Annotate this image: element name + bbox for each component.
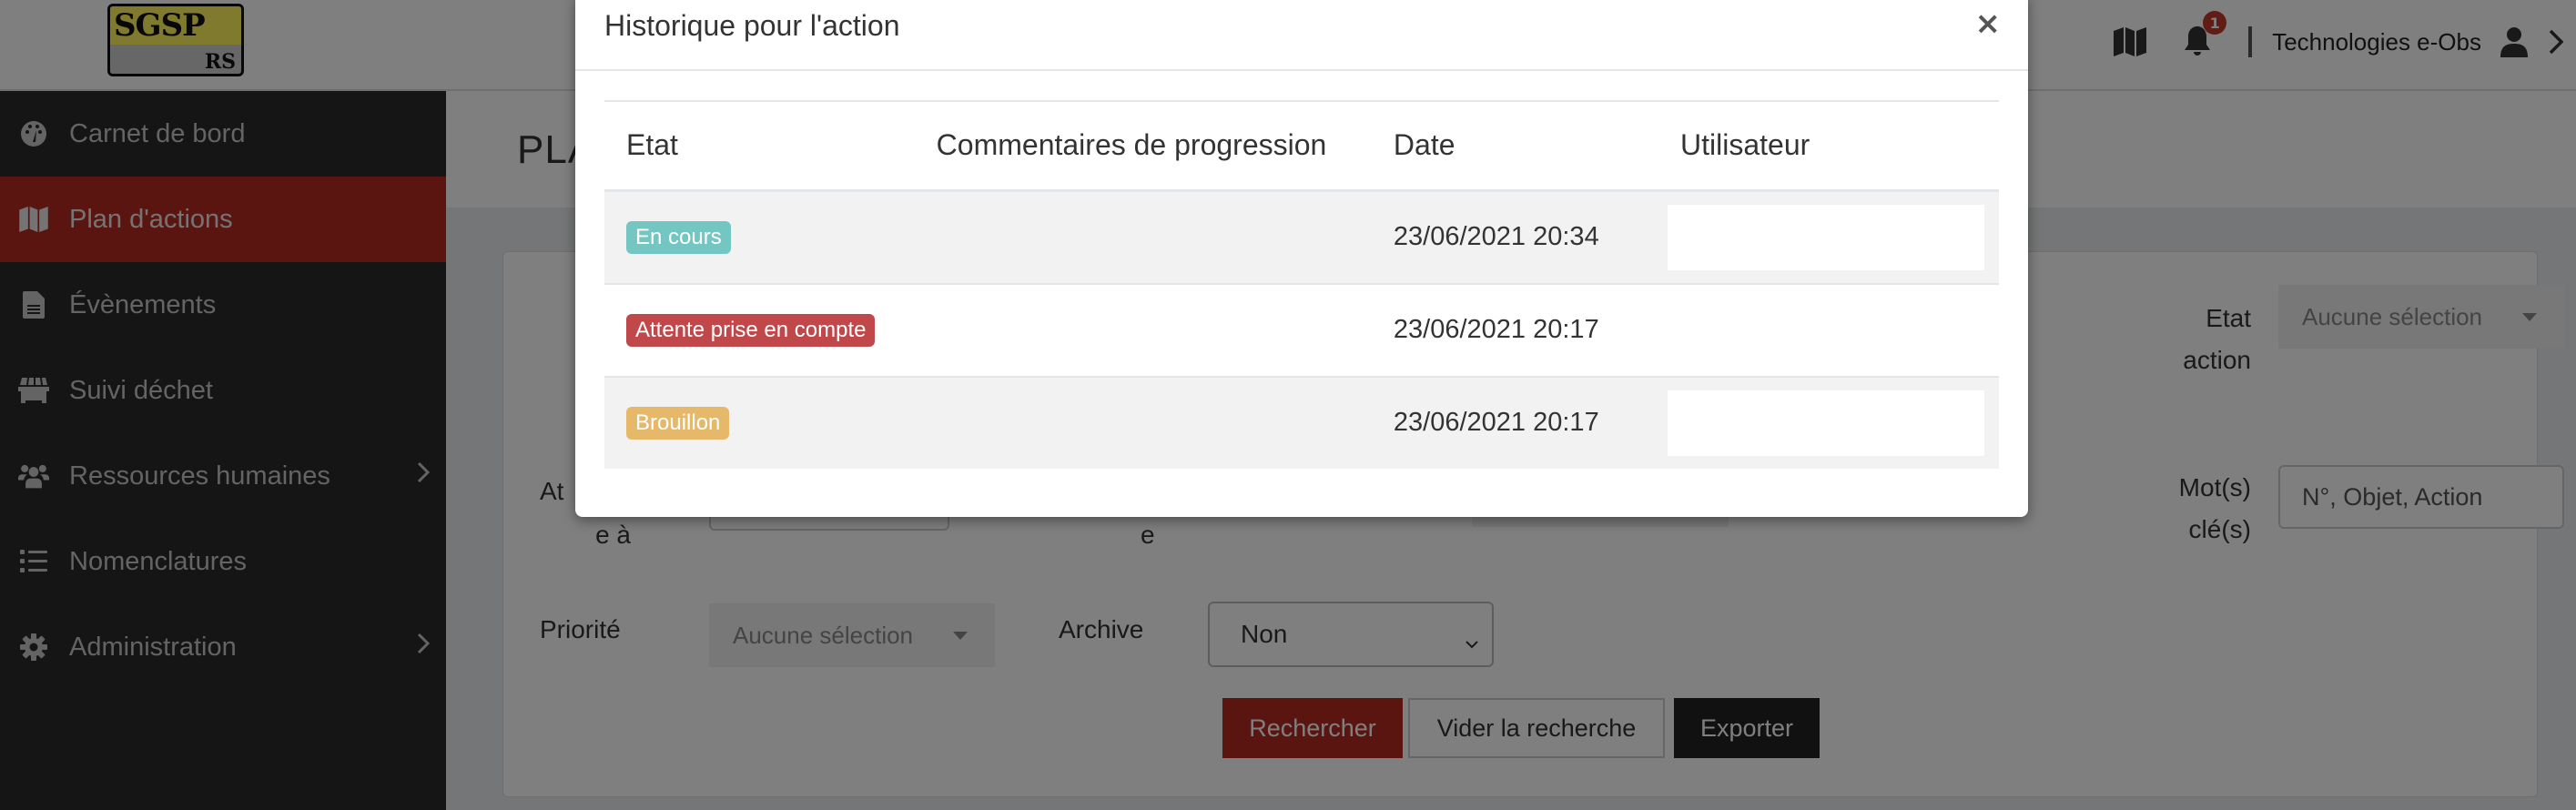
date-cell: 23/06/2021 20:17: [1371, 282, 1658, 377]
etat-cell: En cours: [604, 189, 915, 284]
close-button[interactable]: ×: [1975, 5, 2002, 42]
modal-title: Historique pour l'action: [604, 9, 900, 42]
utilisateur-value: [1668, 390, 1984, 456]
utilisateur-cell: [1658, 189, 1999, 284]
etat-cell: Attente prise en compte: [604, 282, 915, 377]
commentaire-cell: [914, 282, 1372, 377]
utilisateur-cell: [1658, 282, 1999, 377]
commentaire-cell: [914, 189, 1372, 284]
table-row: Attente prise en compte 23/06/2021 20:17: [604, 282, 1999, 377]
table-row: Brouillon 23/06/2021 20:17: [604, 375, 1999, 469]
utilisateur-cell: [1658, 375, 1999, 469]
history-modal: Historique pour l'action × Etat Commenta…: [575, 0, 2028, 517]
column-header-commentaires[interactable]: Commentaires de progression: [914, 100, 1372, 192]
history-table-container: Etat Commentaires de progression Date Ut…: [604, 100, 1999, 469]
status-badge: Brouillon: [626, 406, 730, 440]
utilisateur-value: [1668, 297, 1984, 363]
commentaire-cell: [914, 375, 1372, 469]
date-cell: 23/06/2021 20:17: [1371, 375, 1658, 469]
table-header-row: Etat Commentaires de progression Date Ut…: [604, 100, 1999, 192]
history-table: Etat Commentaires de progression Date Ut…: [604, 100, 1999, 469]
date-cell: 23/06/2021 20:34: [1371, 189, 1658, 284]
column-header-etat[interactable]: Etat: [604, 100, 915, 192]
etat-cell: Brouillon: [604, 375, 915, 469]
status-badge: Attente prise en compte: [626, 313, 876, 347]
column-header-date[interactable]: Date: [1371, 100, 1658, 192]
modal-header: Historique pour l'action ×: [575, 0, 2028, 71]
utilisateur-value: [1668, 204, 1984, 270]
table-row: En cours 23/06/2021 20:34: [604, 189, 1999, 284]
column-header-utilisateur[interactable]: Utilisateur: [1658, 100, 1999, 192]
status-badge: En cours: [626, 220, 731, 254]
